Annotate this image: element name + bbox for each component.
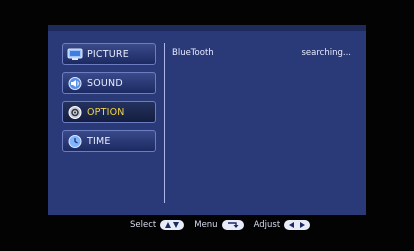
return-arrow-icon [221, 220, 244, 230]
time-icon [67, 134, 83, 148]
select-hint-label: Select [130, 220, 157, 230]
up-down-arrows-icon [160, 220, 185, 230]
adjust-hint: Adjust [254, 220, 311, 230]
menu-item-label: PICTURE [87, 48, 129, 60]
osd-menu-panel: PICTURE SOUND OPTION TIME BlueTooth sear… [48, 25, 366, 215]
option-icon [67, 105, 83, 119]
menu-item-label: TIME [87, 135, 111, 147]
sound-icon [67, 76, 83, 90]
adjust-hint-label: Adjust [253, 220, 281, 230]
menu-item-option[interactable]: OPTION [62, 101, 156, 123]
picture-icon [67, 47, 83, 61]
panel-divider [164, 43, 165, 203]
menu-item-label: OPTION [87, 106, 125, 118]
left-right-arrows-icon [284, 220, 311, 230]
setting-label: BlueTooth [172, 48, 214, 58]
menu-hint: Menu [194, 220, 244, 230]
menu-item-picture[interactable]: PICTURE [62, 43, 156, 65]
menu-item-sound[interactable]: SOUND [62, 72, 156, 94]
select-hint: Select [130, 220, 185, 230]
menu-item-time[interactable]: TIME [62, 130, 156, 152]
main-menu: PICTURE SOUND OPTION TIME [62, 43, 156, 159]
menu-item-label: SOUND [87, 77, 123, 89]
setting-value: searching... [301, 48, 352, 58]
menu-hint-label: Menu [194, 220, 218, 230]
key-hints-bar: Select Menu Adjust [130, 218, 370, 232]
setting-row-bluetooth[interactable]: BlueTooth searching... [172, 48, 357, 62]
